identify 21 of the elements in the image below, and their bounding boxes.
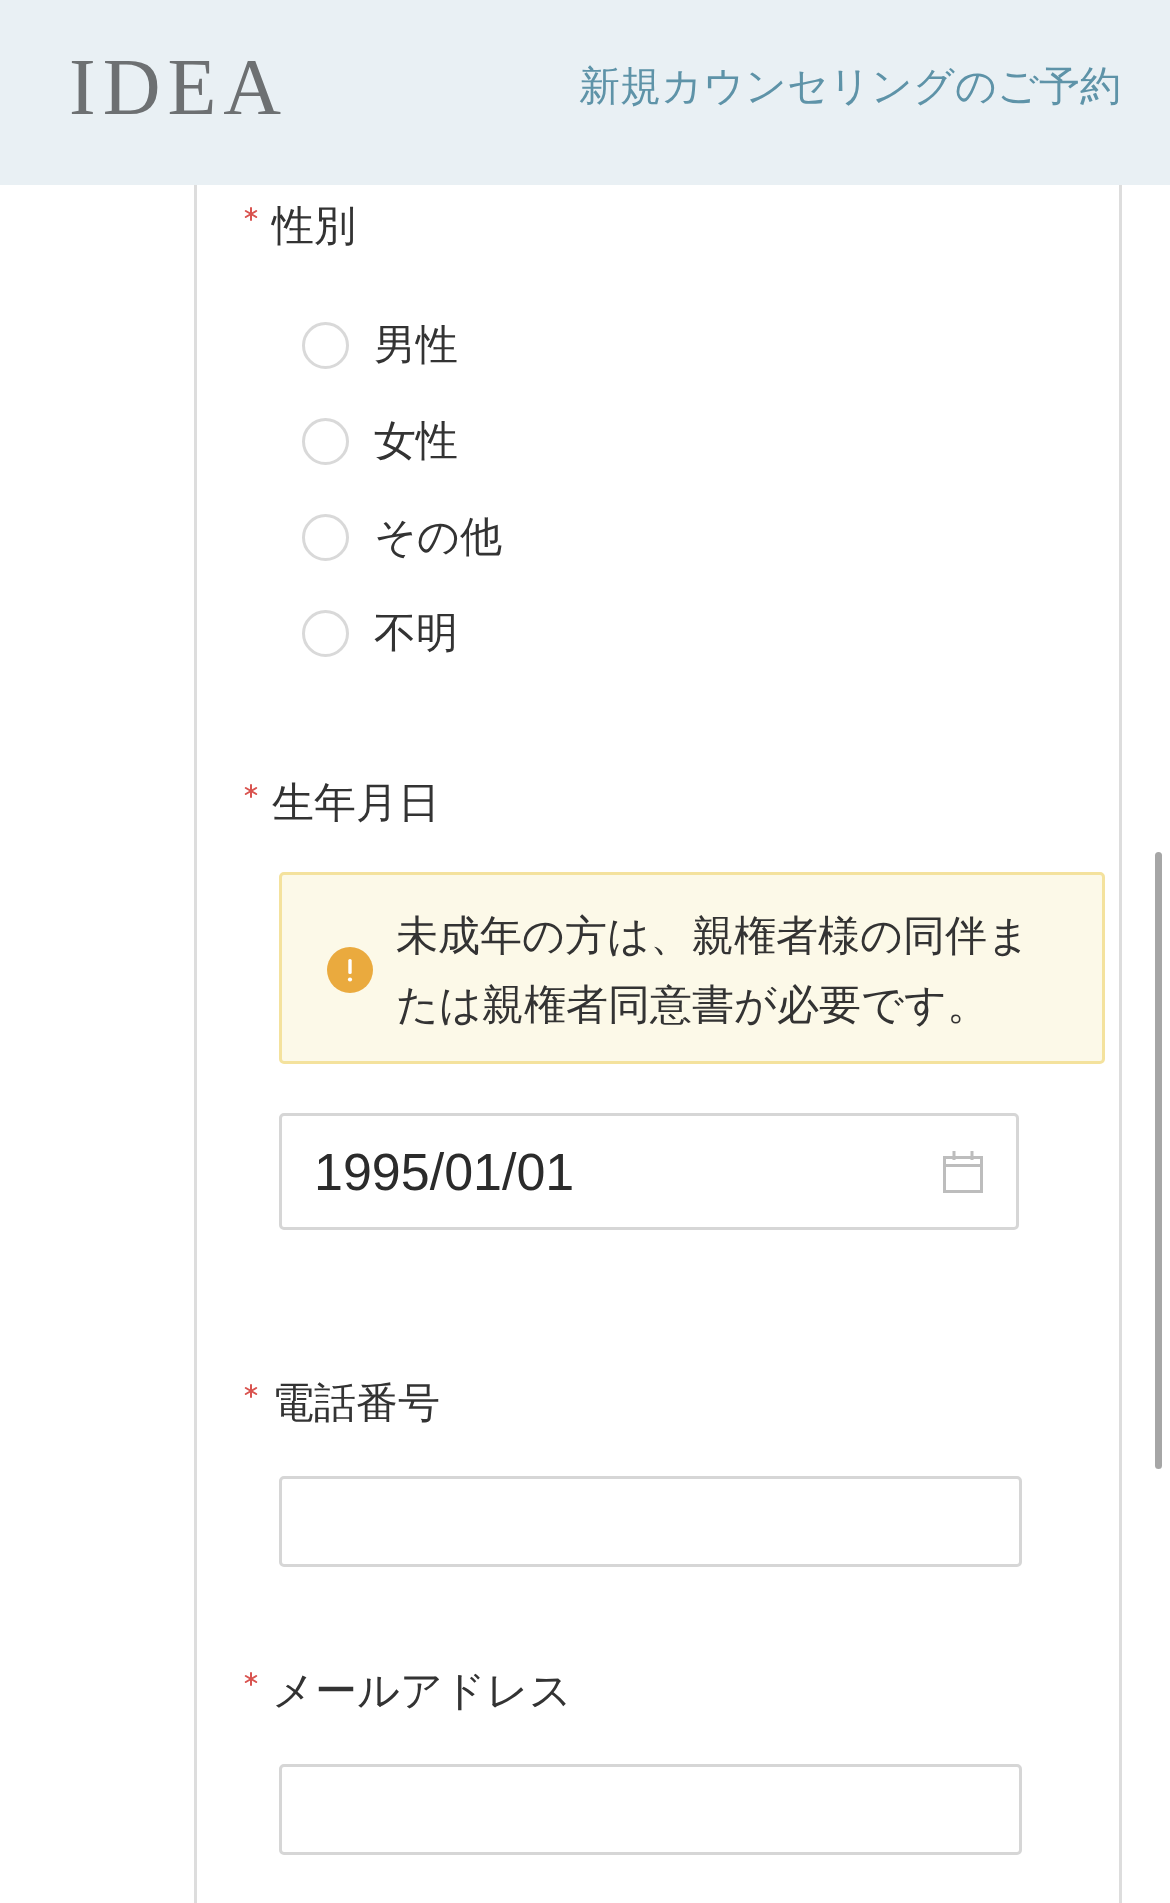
logo[interactable]: IDEA xyxy=(69,46,289,127)
radio-button[interactable] xyxy=(302,417,349,465)
page-title: 新規カウンセリングのご予約 xyxy=(579,61,1121,112)
option-label[interactable]: その他 xyxy=(374,511,502,563)
input-field[interactable] xyxy=(279,1476,1022,1567)
warning-icon xyxy=(327,947,373,993)
field-label: 生年月日 xyxy=(272,777,440,829)
field-label: 電話番号 xyxy=(272,1377,440,1429)
calendar-icon[interactable] xyxy=(943,1150,983,1193)
radio-button[interactable] xyxy=(302,321,349,369)
scrollbar-thumb[interactable] xyxy=(1155,852,1162,1469)
option-label[interactable]: 女性 xyxy=(374,415,458,467)
notice-text: 未成年の方は、親権者様の同伴または親権者同意書が必要です。 xyxy=(396,910,1031,1031)
field-label: メールアドレス xyxy=(272,1665,572,1717)
radio-button[interactable] xyxy=(302,609,349,657)
field-label: 性別 xyxy=(272,200,356,252)
input-field[interactable] xyxy=(279,1764,1022,1855)
option-label[interactable]: 男性 xyxy=(374,319,458,371)
radio-button[interactable] xyxy=(302,513,349,561)
date-field[interactable]: 1995/01/01 xyxy=(279,1113,1019,1230)
option-label[interactable]: 不明 xyxy=(374,607,458,659)
